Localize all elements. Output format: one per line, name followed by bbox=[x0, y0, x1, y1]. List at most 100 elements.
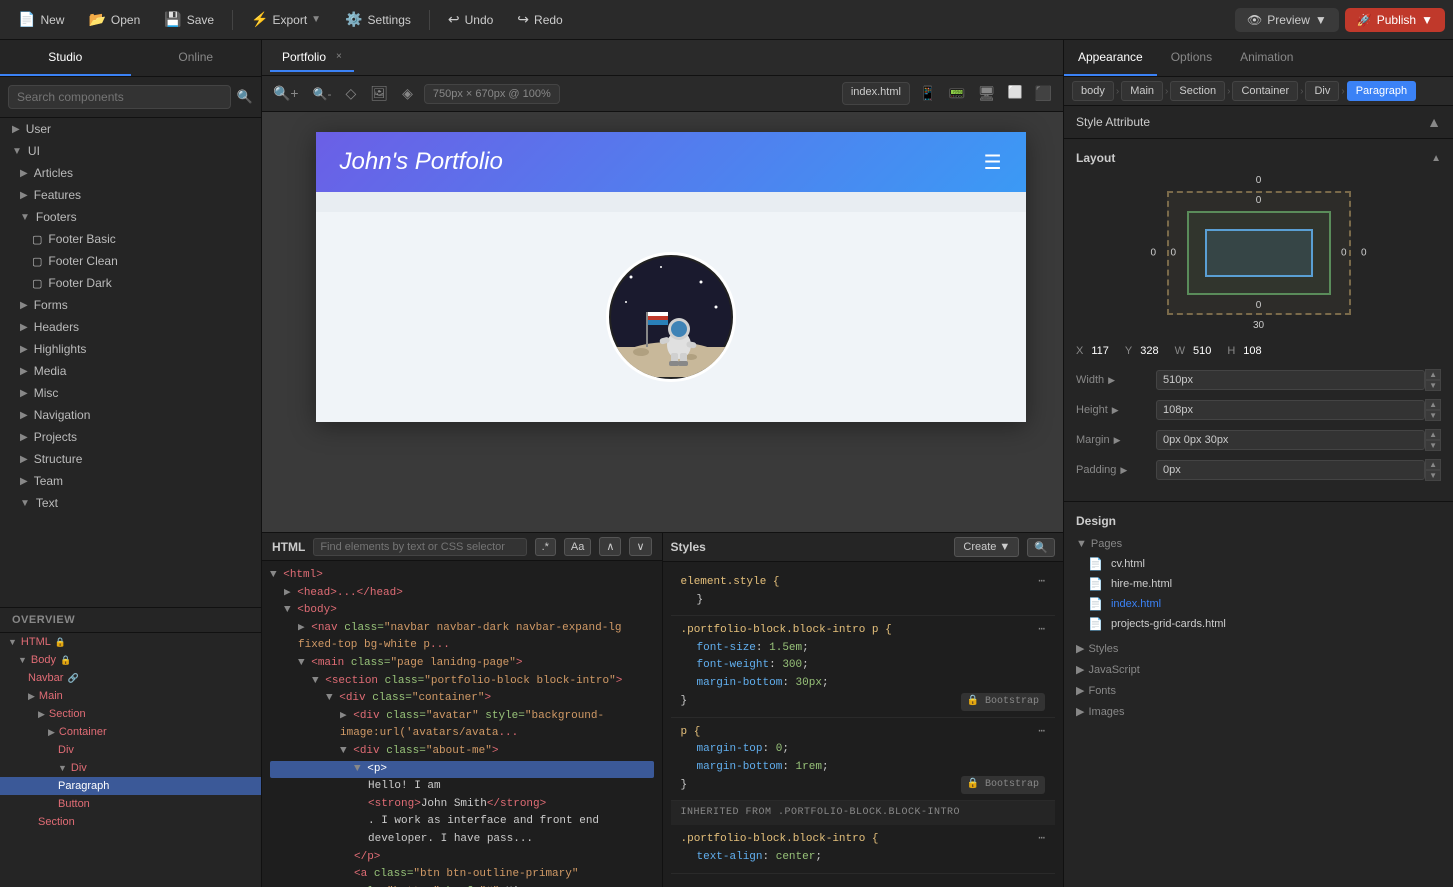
images-group-label[interactable]: ▶ Images bbox=[1076, 705, 1441, 718]
file-hire-me[interactable]: 📄 hire-me.html bbox=[1088, 574, 1441, 594]
html-arrow-5[interactable]: ▼ bbox=[298, 657, 305, 669]
html-arrow-8[interactable]: ▶ bbox=[340, 710, 347, 722]
dom-div-1[interactable]: Div bbox=[0, 741, 261, 759]
tree-item-highlights[interactable]: ▶ Highlights bbox=[0, 338, 261, 360]
search-input[interactable] bbox=[8, 85, 231, 109]
canvas-size-display[interactable]: 750px × 670px @ 100% bbox=[424, 84, 560, 104]
html-arrow-6[interactable]: ▼ bbox=[312, 675, 319, 687]
padding-input[interactable] bbox=[1156, 460, 1425, 480]
styles-group-label[interactable]: ▶ Styles bbox=[1076, 642, 1441, 655]
tree-item-ui[interactable]: ▼ UI bbox=[0, 140, 261, 162]
margin-expand-arrow[interactable]: ▶ bbox=[1114, 435, 1121, 446]
tree-item-text[interactable]: ▼ Text bbox=[0, 492, 261, 514]
dom-container[interactable]: ▶ Container bbox=[0, 723, 261, 741]
search-style-button[interactable]: 🔍 bbox=[1027, 538, 1055, 557]
layout-collapse-arrow[interactable]: ▲ bbox=[1431, 153, 1441, 164]
settings-button[interactable]: ⚙️ Settings bbox=[335, 7, 421, 32]
js-group-label[interactable]: ▶ JavaScript bbox=[1076, 663, 1441, 676]
dom-body[interactable]: ▼ Body 🔒 bbox=[0, 651, 261, 669]
width-decrement-button[interactable]: ▼ bbox=[1425, 380, 1441, 391]
hamburger-menu[interactable]: ☰ bbox=[984, 150, 1002, 175]
open-button[interactable]: 📂 Open bbox=[78, 7, 150, 32]
html-arrow-3[interactable]: ▼ bbox=[284, 604, 291, 616]
html-arrow-7[interactable]: ▼ bbox=[326, 692, 333, 704]
tree-item-forms[interactable]: ▶ Forms bbox=[0, 294, 261, 316]
padding-expand-arrow[interactable]: ▶ bbox=[1120, 465, 1127, 476]
export-button[interactable]: ⚡ Export ▼ bbox=[241, 7, 331, 32]
tree-item-user[interactable]: ▶ User bbox=[0, 118, 261, 140]
style-more-1[interactable]: ⋯ bbox=[1038, 574, 1045, 592]
tree-item-misc[interactable]: ▶ Misc bbox=[0, 382, 261, 404]
tree-item-navigation[interactable]: ▶ Navigation bbox=[0, 404, 261, 426]
style-more-3[interactable]: ⋯ bbox=[1038, 724, 1045, 742]
pages-group-label[interactable]: ▼ Pages bbox=[1076, 538, 1441, 550]
tree-item-footer-dark[interactable]: ▢ Footer Dark bbox=[0, 272, 261, 294]
height-increment-button[interactable]: ▲ bbox=[1425, 399, 1441, 410]
breadcrumb-paragraph[interactable]: Paragraph bbox=[1347, 81, 1416, 101]
html-search-input[interactable] bbox=[313, 538, 526, 556]
html-arrow-9[interactable]: ▼ bbox=[340, 745, 347, 757]
file-projects[interactable]: 📄 projects-grid-cards.html bbox=[1088, 614, 1441, 634]
desktop-lg-view-tool[interactable]: ⬛ bbox=[1032, 82, 1055, 105]
tree-item-footers[interactable]: ▼ Footers bbox=[0, 206, 261, 228]
mobile-view-tool[interactable]: 📱 bbox=[916, 82, 939, 105]
dom-button[interactable]: Button bbox=[0, 795, 261, 813]
dom-paragraph[interactable]: Paragraph bbox=[0, 777, 261, 795]
margin-input[interactable] bbox=[1156, 430, 1425, 450]
tree-item-footer-clean[interactable]: ▢ Footer Clean bbox=[0, 250, 261, 272]
style-attribute-expand[interactable]: ▲ bbox=[1427, 114, 1441, 130]
tree-item-projects[interactable]: ▶ Projects bbox=[0, 426, 261, 448]
save-button[interactable]: 💾 Save bbox=[154, 7, 224, 32]
file-cv[interactable]: 📄 cv.html bbox=[1088, 554, 1441, 574]
width-expand-arrow[interactable]: ▶ bbox=[1108, 375, 1115, 386]
undo-button[interactable]: ↩ Undo bbox=[438, 7, 503, 32]
html-editor-content[interactable]: ▼ <html> ▶ <head>...</head> ▼ <body> ▶ <… bbox=[262, 561, 662, 887]
tree-item-features[interactable]: ▶ Features bbox=[0, 184, 261, 206]
html-arrow-10[interactable]: ▼ bbox=[354, 763, 361, 775]
layer-tool[interactable]: ◈ bbox=[399, 82, 416, 105]
create-style-button[interactable]: Create ▼ bbox=[954, 537, 1019, 557]
dom-navbar[interactable]: Navbar 🔗 bbox=[0, 669, 261, 687]
breadcrumb-body[interactable]: body bbox=[1072, 81, 1114, 101]
desktop-md-view-tool[interactable]: ⬜ bbox=[1005, 82, 1026, 105]
tab-options[interactable]: Options bbox=[1157, 40, 1226, 76]
breadcrumb-main[interactable]: Main bbox=[1121, 81, 1163, 101]
zoom-out-tool[interactable]: 🔍- bbox=[310, 84, 335, 104]
tab-appearance[interactable]: Appearance bbox=[1064, 40, 1157, 76]
height-input[interactable] bbox=[1156, 400, 1425, 420]
width-input[interactable] bbox=[1156, 370, 1425, 390]
file-selector[interactable]: index.html bbox=[842, 82, 910, 105]
tree-item-structure[interactable]: ▶ Structure bbox=[0, 448, 261, 470]
margin-increment-button[interactable]: ▲ bbox=[1425, 429, 1441, 440]
select-tool[interactable]: ◇ bbox=[343, 82, 360, 105]
dom-html[interactable]: ▼ HTML 🔒 bbox=[0, 633, 261, 651]
tree-item-headers[interactable]: ▶ Headers bbox=[0, 316, 261, 338]
prev-match-button[interactable]: ∧ bbox=[599, 537, 621, 556]
tab-online[interactable]: Online bbox=[131, 40, 262, 76]
breadcrumb-section[interactable]: Section bbox=[1170, 81, 1225, 101]
tree-item-team[interactable]: ▶ Team bbox=[0, 470, 261, 492]
breadcrumb-container[interactable]: Container bbox=[1232, 81, 1298, 101]
tree-item-media[interactable]: ▶ Media bbox=[0, 360, 261, 382]
padding-decrement-button[interactable]: ▼ bbox=[1425, 470, 1441, 481]
height-expand-arrow[interactable]: ▶ bbox=[1112, 405, 1119, 416]
case-sensitive-button[interactable]: Aa bbox=[564, 538, 591, 556]
tree-item-articles[interactable]: ▶ Articles bbox=[0, 162, 261, 184]
tab-animation[interactable]: Animation bbox=[1226, 40, 1307, 76]
html-arrow-4[interactable]: ▶ bbox=[298, 622, 305, 634]
publish-button[interactable]: 🚀 Publish ▼ bbox=[1345, 8, 1445, 32]
new-button[interactable]: 📄 New bbox=[8, 7, 74, 32]
next-match-button[interactable]: ∨ bbox=[629, 537, 651, 556]
dom-section[interactable]: ▶ Section bbox=[0, 705, 261, 723]
tab-studio[interactable]: Studio bbox=[0, 40, 131, 76]
zoom-in-tool[interactable]: 🔍+ bbox=[270, 82, 302, 105]
width-increment-button[interactable]: ▲ bbox=[1425, 369, 1441, 380]
padding-increment-button[interactable]: ▲ bbox=[1425, 459, 1441, 470]
redo-button[interactable]: ↪ Redo bbox=[507, 7, 572, 32]
html-arrow-2[interactable]: ▶ bbox=[284, 587, 291, 599]
style-more-2[interactable]: ⋯ bbox=[1038, 622, 1045, 640]
margin-decrement-button[interactable]: ▼ bbox=[1425, 440, 1441, 451]
css-selector-button[interactable]: .* bbox=[535, 538, 556, 556]
tree-item-footer-basic[interactable]: ▢ Footer Basic bbox=[0, 228, 261, 250]
dom-section-2[interactable]: Section bbox=[0, 813, 261, 831]
